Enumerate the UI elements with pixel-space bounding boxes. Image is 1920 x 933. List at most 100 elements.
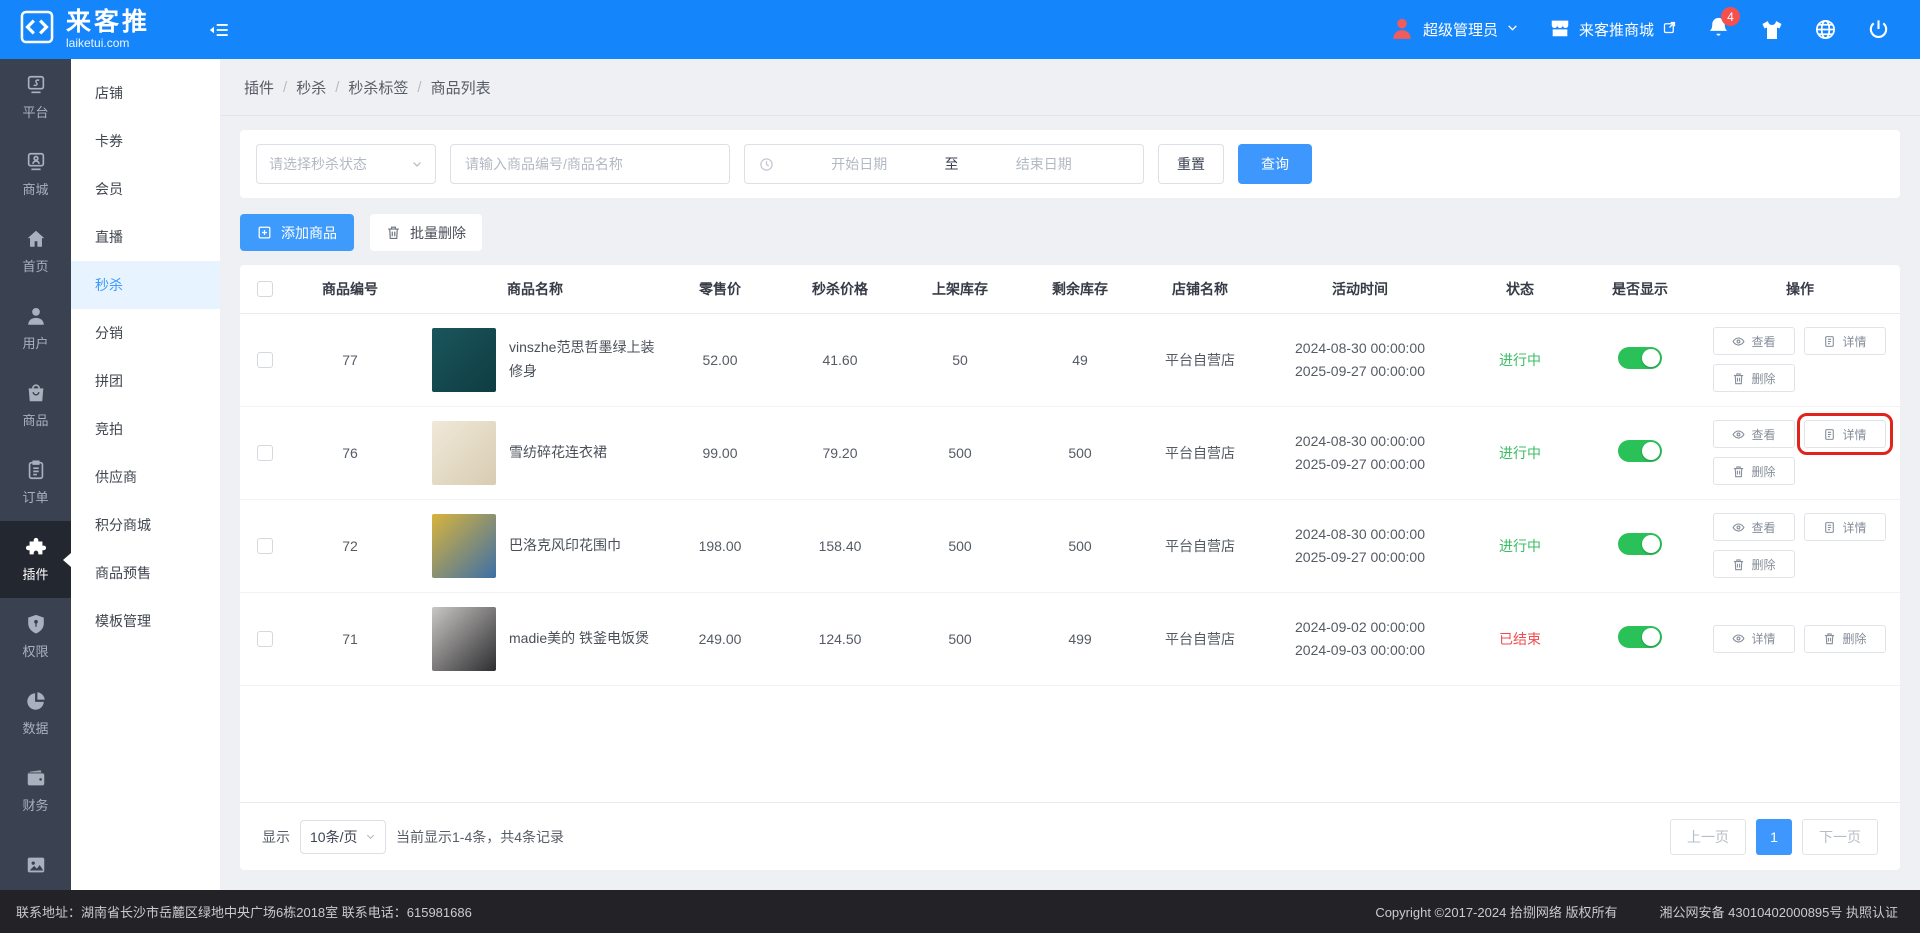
current-page-button[interactable]: 1 [1756, 819, 1792, 855]
rail-item-home[interactable]: 首页 [0, 213, 71, 290]
brand-logo[interactable]: 来客推 laiketui.com [0, 8, 196, 51]
detail-button[interactable]: 详情 [1713, 625, 1795, 653]
submenu-item[interactable]: 秒杀 [71, 261, 220, 309]
visibility-toggle[interactable] [1618, 626, 1662, 648]
eye-icon [1732, 521, 1745, 534]
listed-stock: 500 [900, 592, 1020, 685]
visibility-toggle[interactable] [1618, 347, 1662, 369]
column-header: 操作 [1700, 265, 1900, 313]
row-checkbox[interactable] [257, 631, 273, 647]
page-size-select[interactable]: 10条/页 [300, 820, 386, 854]
logout-power-icon[interactable] [1867, 18, 1890, 41]
product-name: madie美的 铁釜电饭煲 [509, 627, 660, 650]
delete-button[interactable]: 删除 [1713, 364, 1795, 392]
trash-icon [1732, 465, 1745, 478]
submenu-item[interactable]: 直播 [71, 213, 220, 261]
status-select-placeholder: 请选择秒杀状态 [269, 154, 367, 174]
search-button[interactable]: 查询 [1238, 144, 1312, 184]
detail-button[interactable]: 详情 [1804, 327, 1886, 355]
submenu-item[interactable]: 卡券 [71, 117, 220, 165]
submenu-item[interactable]: 会员 [71, 165, 220, 213]
activity-end-time: 2025-09-27 00:00:00 [1260, 453, 1460, 475]
rail-item-gallery[interactable] [0, 829, 71, 890]
seckill-price: 79.20 [780, 406, 900, 499]
listed-stock: 500 [900, 406, 1020, 499]
visibility-toggle[interactable] [1618, 533, 1662, 555]
product-name: 雪纺碎花连衣裙 [509, 441, 660, 464]
breadcrumb-item[interactable]: 秒杀标签 [348, 77, 408, 98]
row-actions: 详情删除 [1713, 625, 1887, 653]
brand-domain: laiketui.com [66, 36, 150, 50]
next-page-button[interactable]: 下一页 [1802, 819, 1878, 855]
breadcrumb-item[interactable]: 秒杀 [296, 77, 326, 98]
rail-item-orders[interactable]: 订单 [0, 444, 71, 521]
rail-item-plugins[interactable]: 插件 [0, 521, 71, 598]
product-image [432, 421, 496, 485]
view-button[interactable]: 查看 [1713, 420, 1795, 448]
rail-item-platform[interactable]: 平台 [0, 59, 71, 136]
rail-item-finance[interactable]: 财务 [0, 752, 71, 829]
prev-page-button[interactable]: 上一页 [1670, 819, 1746, 855]
visibility-toggle[interactable] [1618, 440, 1662, 462]
eye-icon [1732, 428, 1745, 441]
keyword-input[interactable] [450, 144, 730, 184]
date-range-picker[interactable]: 开始日期 至 结束日期 [744, 144, 1144, 184]
mall-card-icon [25, 151, 47, 173]
submenu-item[interactable]: 分销 [71, 309, 220, 357]
row-checkbox[interactable] [257, 538, 273, 554]
view-button[interactable]: 查看 [1713, 327, 1795, 355]
seckill-status-select[interactable]: 请选择秒杀状态 [256, 144, 436, 184]
breadcrumb-separator: / [283, 79, 287, 96]
store-label: 来客推商城 [1579, 19, 1654, 40]
submenu-item[interactable]: 竞拍 [71, 405, 220, 453]
select-all-checkbox[interactable] [257, 281, 273, 297]
rail-item-users[interactable]: 用户 [0, 290, 71, 367]
retail-price: 198.00 [660, 499, 780, 592]
detail-button[interactable]: 详情 [1804, 513, 1886, 541]
sidebar-collapse-icon[interactable] [208, 19, 230, 41]
breadcrumb-item[interactable]: 商品列表 [431, 77, 491, 98]
date-end-placeholder: 结束日期 [959, 154, 1130, 174]
delete-button[interactable]: 删除 [1804, 625, 1886, 653]
submenu-item[interactable]: 模板管理 [71, 597, 220, 645]
submenu-item[interactable]: 拼团 [71, 357, 220, 405]
language-globe-icon[interactable] [1814, 18, 1837, 41]
column-header: 零售价 [660, 265, 780, 313]
finance-wallet-icon [25, 767, 47, 789]
notifications-button[interactable]: 4 [1707, 16, 1730, 43]
column-header: 活动时间 [1260, 265, 1460, 313]
detail-button[interactable]: 详情 [1804, 420, 1886, 448]
delete-button[interactable]: 删除 [1713, 457, 1795, 485]
view-button[interactable]: 查看 [1713, 513, 1795, 541]
store-link[interactable]: 来客推商城 [1549, 17, 1677, 43]
activity-start-time: 2024-08-30 00:00:00 [1260, 430, 1460, 452]
product-id: 72 [290, 499, 410, 592]
column-header: 店铺名称 [1140, 265, 1260, 313]
chevron-down-icon [411, 158, 423, 170]
delete-button[interactable]: 删除 [1713, 550, 1795, 578]
breadcrumb-separator: / [417, 79, 421, 96]
row-checkbox[interactable] [257, 352, 273, 368]
footer: 联系地址：湖南省长沙市岳麓区绿地中央广场6栋2018室 联系电话：6159816… [0, 890, 1920, 933]
submenu-item[interactable]: 积分商城 [71, 501, 220, 549]
submenu-item[interactable]: 供应商 [71, 453, 220, 501]
reset-button[interactable]: 重置 [1158, 144, 1224, 184]
rail-item-goods[interactable]: 商品 [0, 367, 71, 444]
admin-menu[interactable]: 超级管理员 [1389, 15, 1519, 45]
rail-label: 财务 [22, 795, 48, 814]
submenu-item[interactable]: 店铺 [71, 69, 220, 117]
row-checkbox[interactable] [257, 445, 273, 461]
shop-tshirt-icon[interactable] [1760, 18, 1784, 42]
batch-delete-label: 批量删除 [410, 223, 466, 243]
add-product-button[interactable]: 添加商品 [240, 214, 354, 251]
rail-item-data[interactable]: 数据 [0, 675, 71, 752]
batch-delete-button[interactable]: 批量删除 [370, 214, 482, 251]
submenu-item[interactable]: 商品预售 [71, 549, 220, 597]
row-actions: 查看详情删除 [1713, 420, 1887, 485]
rail-item-mall[interactable]: 商城 [0, 136, 71, 213]
product-image [432, 607, 496, 671]
rail-item-permissions[interactable]: 权限 [0, 598, 71, 675]
breadcrumb-item[interactable]: 插件 [244, 77, 274, 98]
permission-shield-icon [25, 613, 47, 635]
avatar [1389, 15, 1415, 45]
